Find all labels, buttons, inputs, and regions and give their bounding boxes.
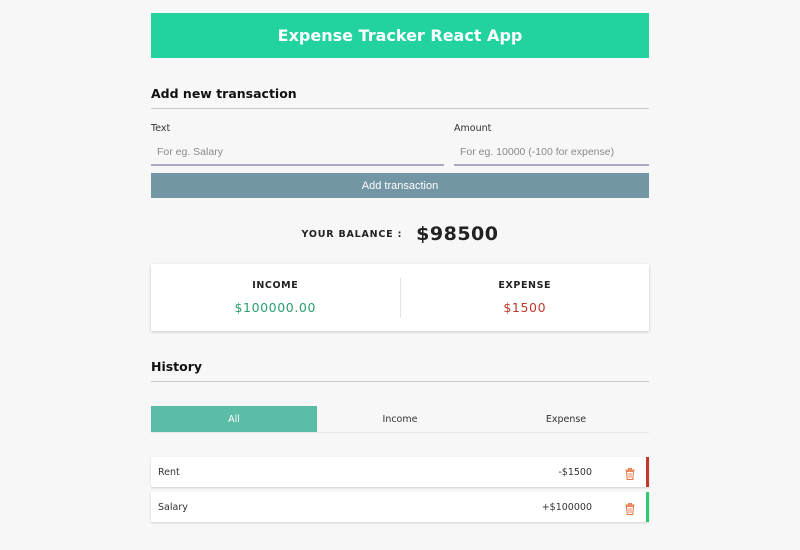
amount-input[interactable] bbox=[454, 140, 649, 166]
balance: YOUR BALANCE : $98500 bbox=[151, 223, 649, 245]
tab-expense[interactable]: Expense bbox=[483, 406, 649, 432]
section-divider bbox=[151, 108, 649, 109]
transaction-item-rent: Rent -$1500 bbox=[151, 457, 649, 487]
history-divider bbox=[151, 381, 649, 382]
trash-icon[interactable] bbox=[625, 465, 635, 480]
transaction-list: Rent -$1500 Salary +$100000 bbox=[151, 457, 649, 522]
income-summary: INCOME $100000.00 bbox=[151, 280, 400, 315]
income-label: INCOME bbox=[252, 280, 299, 291]
transaction-amount: +$100000 bbox=[541, 501, 592, 513]
trash-icon[interactable] bbox=[625, 500, 635, 515]
income-indicator-bar bbox=[646, 492, 649, 522]
tab-all[interactable]: All bbox=[151, 406, 317, 432]
balance-value: $98500 bbox=[416, 223, 499, 245]
text-label: Text bbox=[151, 123, 171, 134]
tab-income[interactable]: Income bbox=[317, 406, 483, 432]
transaction-form: Text Amount bbox=[151, 123, 649, 166]
add-transaction-button[interactable]: Add transaction bbox=[151, 173, 649, 198]
income-expense-summary: INCOME $100000.00 EXPENSE $1500 bbox=[151, 264, 649, 331]
amount-label: Amount bbox=[454, 123, 492, 134]
balance-label: YOUR BALANCE : bbox=[301, 228, 403, 240]
add-transaction-title: Add new transaction bbox=[151, 86, 297, 101]
transaction-item-salary: Salary +$100000 bbox=[151, 492, 649, 522]
expense-indicator-bar bbox=[646, 457, 649, 487]
transaction-amount: -$1500 bbox=[558, 466, 592, 478]
expense-summary: EXPENSE $1500 bbox=[401, 280, 650, 315]
amount-field-group: Amount bbox=[454, 123, 649, 166]
income-value: $100000.00 bbox=[234, 300, 317, 315]
expense-value: $1500 bbox=[503, 300, 547, 315]
history-filter-tabs: All Income Expense bbox=[151, 406, 649, 433]
app-header: Expense Tracker React App bbox=[151, 13, 649, 58]
history-title: History bbox=[151, 359, 203, 374]
text-field-group: Text bbox=[151, 123, 444, 166]
text-input[interactable] bbox=[151, 140, 444, 166]
app-title: Expense Tracker React App bbox=[277, 26, 523, 45]
expense-tracker-app: Expense Tracker React App Add new transa… bbox=[151, 13, 649, 527]
expense-label: EXPENSE bbox=[498, 280, 552, 291]
